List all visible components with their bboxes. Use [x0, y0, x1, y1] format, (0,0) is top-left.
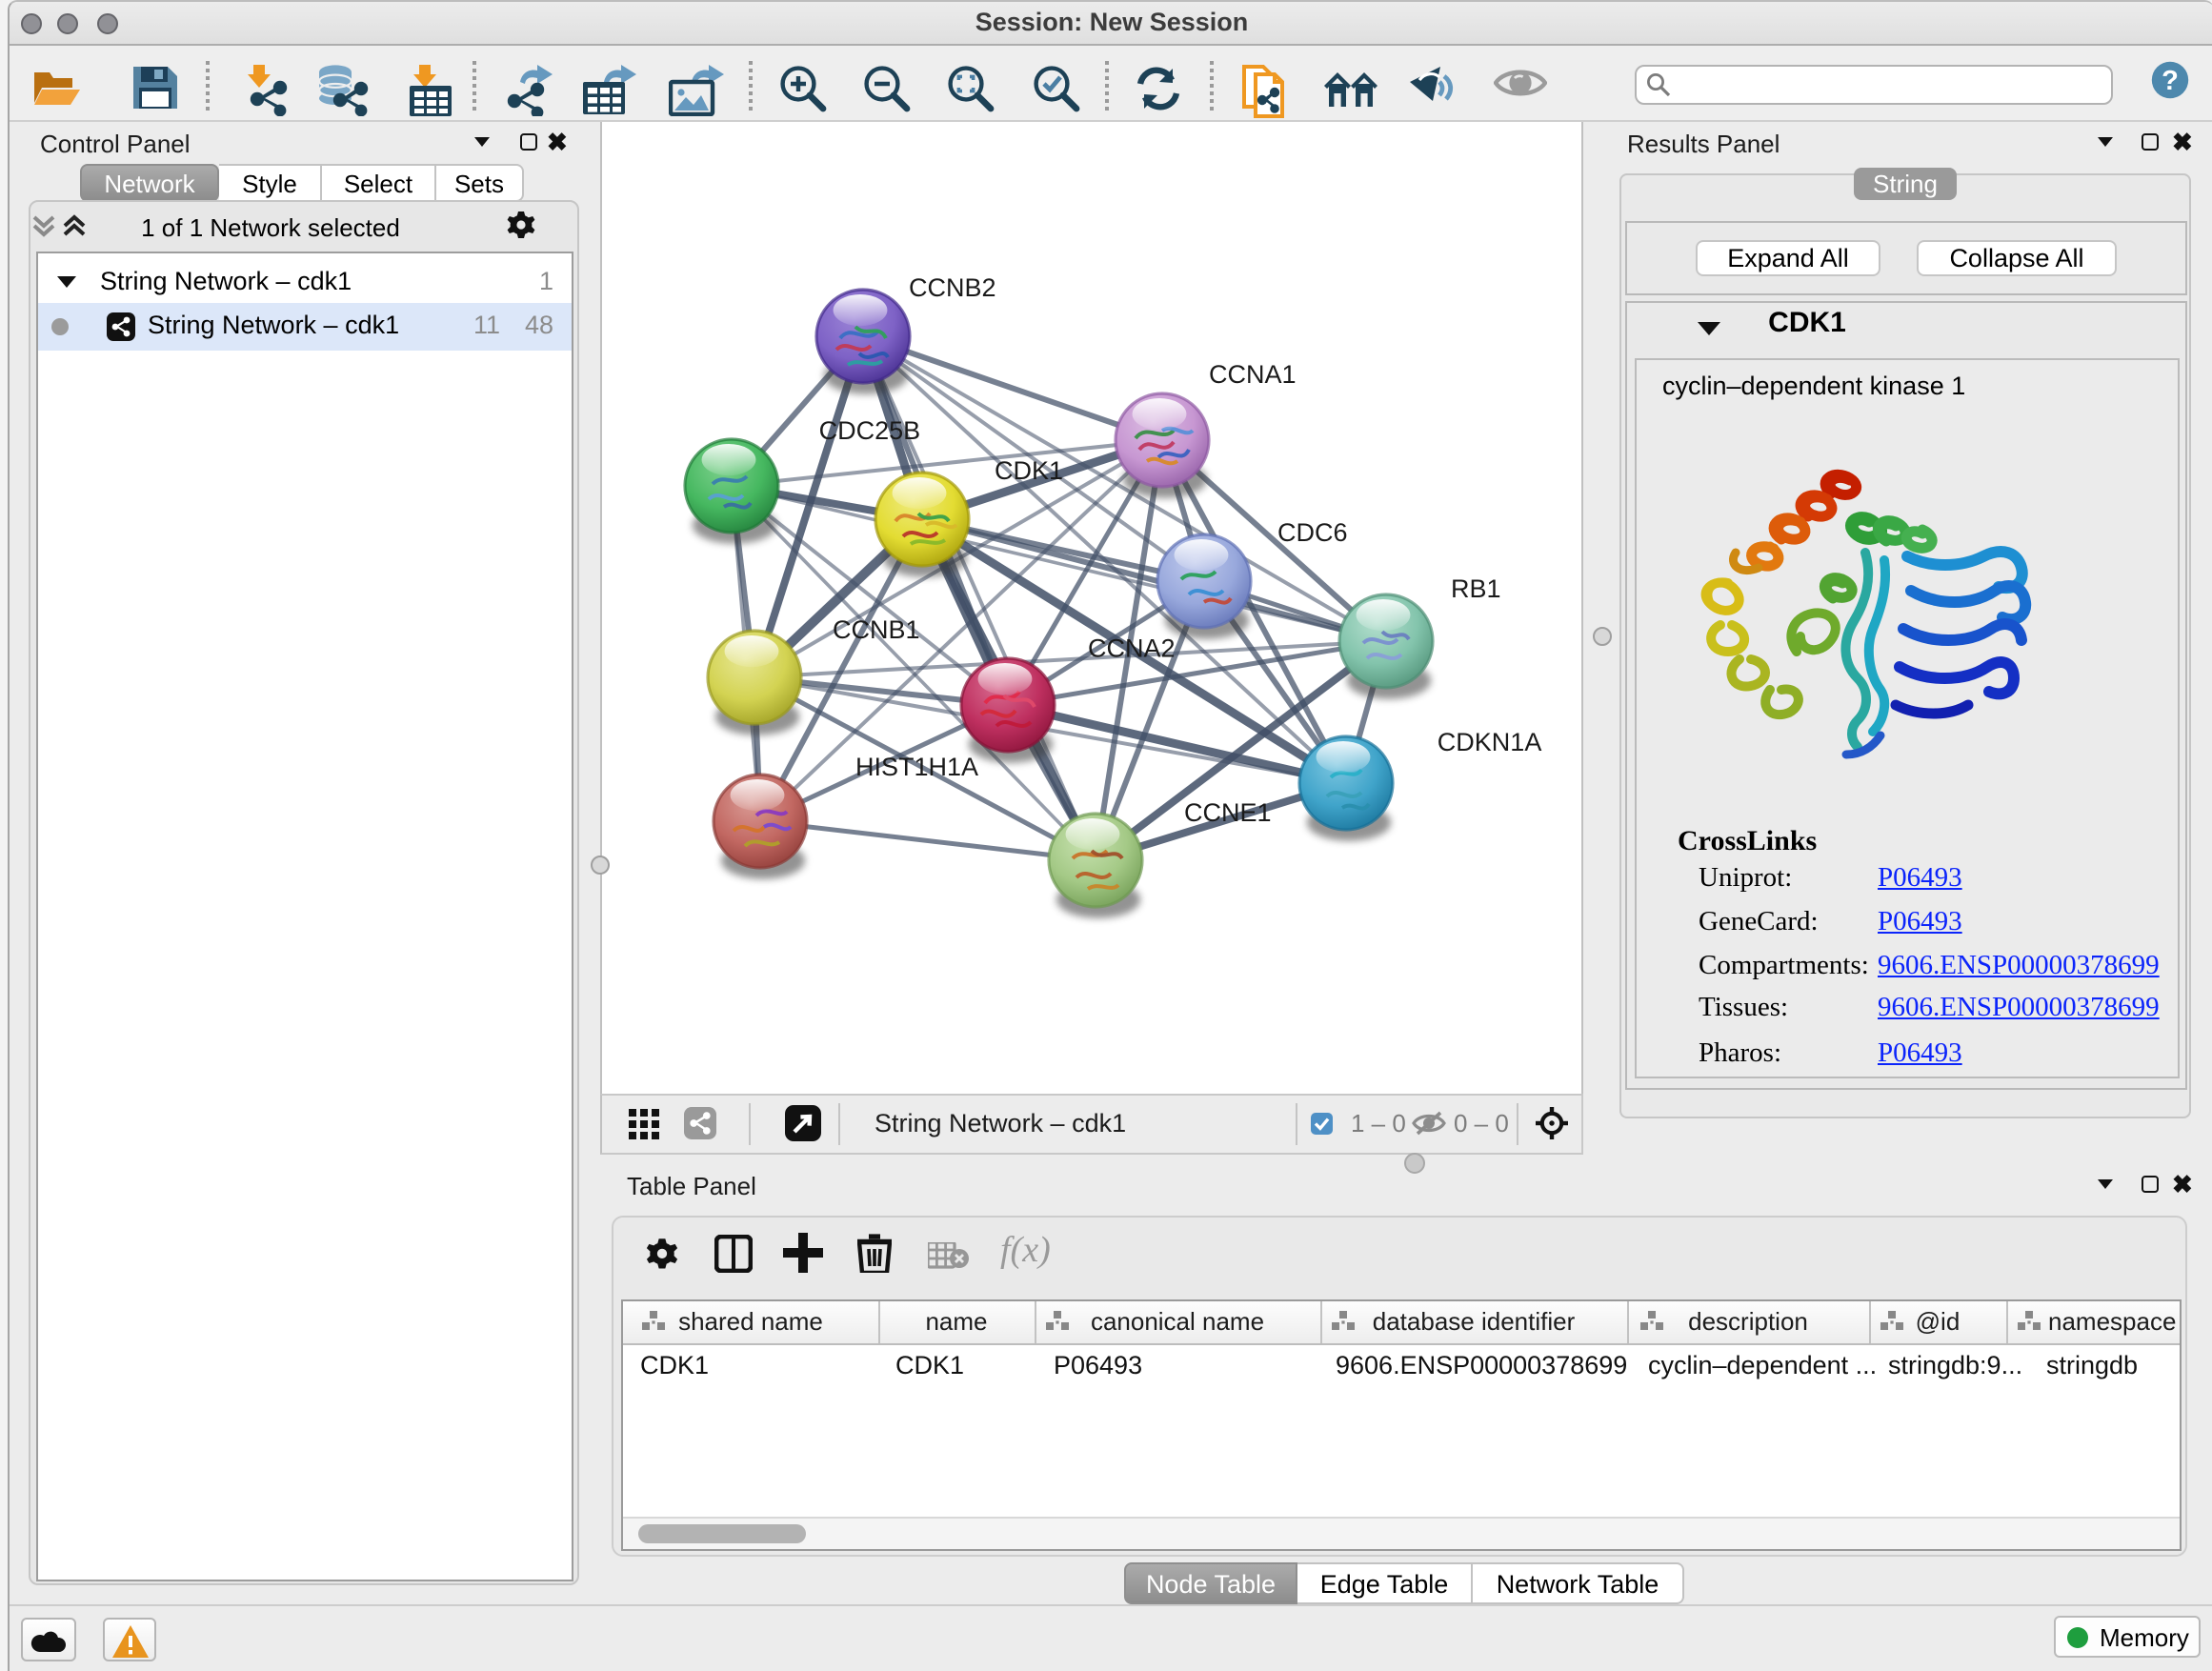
svg-text:HIST1H1A: HIST1H1A — [855, 753, 978, 781]
svg-text:CCNA1: CCNA1 — [1209, 360, 1297, 389]
svg-text:?: ? — [2162, 66, 2179, 96]
svg-text:CCNB1: CCNB1 — [833, 615, 920, 644]
svg-text:RB1: RB1 — [1451, 574, 1501, 603]
svg-text:CCNE1: CCNE1 — [1184, 798, 1272, 827]
svg-text:CDC6: CDC6 — [1277, 518, 1348, 547]
svg-text:CDK1: CDK1 — [995, 456, 1063, 485]
svg-text:CCNB2: CCNB2 — [909, 273, 996, 302]
svg-text:CDKN1A: CDKN1A — [1438, 728, 1542, 756]
svg-text:CCNA2: CCNA2 — [1088, 634, 1176, 663]
svg-text:CDC25B: CDC25B — [819, 416, 921, 445]
